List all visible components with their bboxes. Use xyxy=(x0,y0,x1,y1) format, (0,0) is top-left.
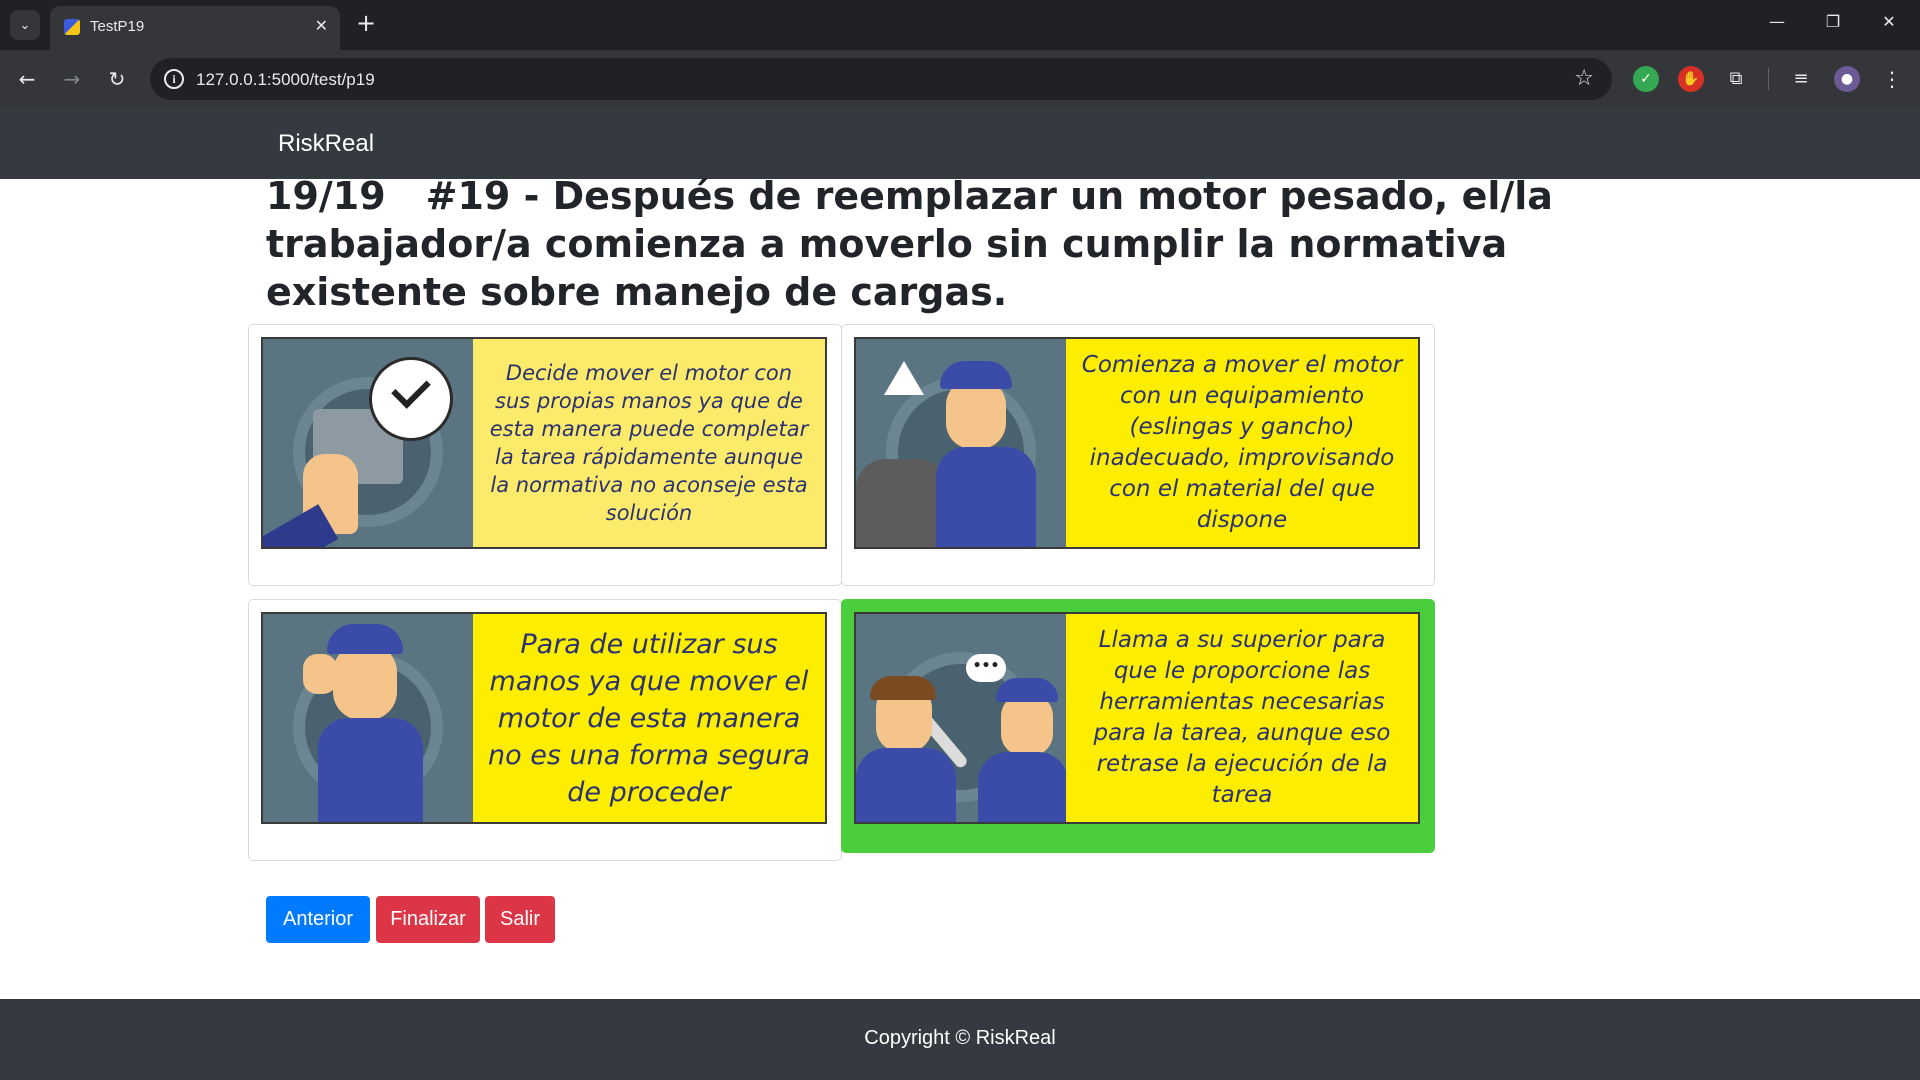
question-counter: 19/19 xyxy=(266,174,386,218)
option-illustration-1 xyxy=(263,339,473,547)
option-text-2: Comienza a mover el motor con un equipam… xyxy=(1066,339,1418,547)
worker-face-icon xyxy=(946,379,1006,449)
option-image-1: Decide mover el motor con sus propias ma… xyxy=(261,337,827,549)
forward-icon[interactable]: → xyxy=(57,64,87,94)
site-info-icon[interactable]: i xyxy=(164,69,184,89)
option-text-4: Llama a su superior para que le proporci… xyxy=(1066,614,1418,822)
bookmark-star-icon[interactable]: ☆ xyxy=(1574,66,1594,91)
profile-avatar[interactable]: ● xyxy=(1834,66,1860,92)
option-illustration-4: ••• xyxy=(856,614,1066,822)
site-footer: Copyright © RiskReal xyxy=(0,999,1920,1080)
option-image-3: Para de utilizar sus manos ya que mover … xyxy=(261,612,827,824)
tab-search-icon[interactable]: ⌄ xyxy=(10,10,40,40)
address-bar[interactable]: i 127.0.0.1:5000/test/p19 ☆ xyxy=(150,58,1612,100)
option-illustration-3 xyxy=(263,614,473,822)
clock-icon xyxy=(369,357,453,441)
url-text[interactable]: 127.0.0.1:5000/test/p19 xyxy=(196,70,375,90)
restore-icon[interactable]: ❐ xyxy=(1818,12,1848,31)
toolbar-divider xyxy=(1768,68,1769,90)
media-control-icon[interactable]: ≡ xyxy=(1788,66,1814,92)
worker-hair-icon xyxy=(870,676,936,700)
copyright-text: Copyright © RiskReal xyxy=(864,1027,1056,1049)
exit-button[interactable]: Salir xyxy=(485,896,555,943)
supervisor-body-icon xyxy=(856,748,956,822)
question-text: #19 - Después de reemplazar un motor pes… xyxy=(266,174,1553,314)
brand-link[interactable]: RiskReal xyxy=(278,130,374,158)
tab-title: TestP19 xyxy=(90,18,145,35)
browser-menu-icon[interactable]: ⋮ xyxy=(1879,66,1905,92)
browser-toolbar: ← → ↻ i 127.0.0.1:5000/test/p19 ☆ ✓ ✋ ⧉ … xyxy=(0,50,1920,108)
option-text-1: Decide mover el motor con sus propias ma… xyxy=(473,339,825,547)
question-heading: 19/19 #19 - Después de reemplazar un moto… xyxy=(266,172,1626,316)
option-card-2[interactable]: Comienza a mover el motor con un equipam… xyxy=(841,324,1435,586)
warning-triangle-icon xyxy=(884,361,924,395)
worker-cap-icon xyxy=(940,361,1012,389)
option-illustration-2 xyxy=(856,339,1066,547)
favicon-icon xyxy=(64,19,80,35)
worker-body-icon xyxy=(936,447,1036,547)
option-image-4: ••• Llama a su superior para que le prop… xyxy=(854,612,1420,824)
worker-face-icon xyxy=(333,644,397,720)
site-navbar: RiskReal xyxy=(0,108,1920,179)
worker-cap-icon xyxy=(996,678,1058,702)
browser-tab-strip: ⌄ TestP19 ✕ + — ❐ ✕ xyxy=(0,0,1920,50)
worker-body-icon xyxy=(318,718,423,822)
minimize-icon[interactable]: — xyxy=(1762,12,1792,31)
close-tab-icon[interactable]: ✕ xyxy=(315,16,328,35)
worker-body-icon xyxy=(978,752,1066,822)
extensions-puzzle-icon[interactable]: ⧉ xyxy=(1723,66,1749,92)
hand-on-head-icon xyxy=(303,654,337,694)
back-icon[interactable]: ← xyxy=(12,64,42,94)
previous-button[interactable]: Anterior xyxy=(266,896,370,943)
reload-icon[interactable]: ↻ xyxy=(102,64,132,94)
new-tab-icon[interactable]: + xyxy=(352,9,380,37)
shield-extension-icon[interactable]: ✓ xyxy=(1633,66,1659,92)
stop-extension-icon[interactable]: ✋ xyxy=(1678,66,1704,92)
option-text-3: Para de utilizar sus manos ya que mover … xyxy=(473,614,825,822)
option-image-2: Comienza a mover el motor con un equipam… xyxy=(854,337,1420,549)
speech-bubble-icon: ••• xyxy=(966,654,1006,682)
worker-cap-icon xyxy=(327,624,403,654)
finish-button[interactable]: Finalizar xyxy=(376,896,480,943)
window-close-icon[interactable]: ✕ xyxy=(1874,12,1904,31)
option-card-3[interactable]: Para de utilizar sus manos ya que mover … xyxy=(248,599,842,861)
worker-face-icon xyxy=(1001,694,1053,756)
option-card-1[interactable]: Decide mover el motor con sus propias ma… xyxy=(248,324,842,586)
option-card-4-selected[interactable]: ••• Llama a su superior para que le prop… xyxy=(841,599,1435,853)
browser-tab[interactable]: TestP19 ✕ xyxy=(50,6,340,50)
